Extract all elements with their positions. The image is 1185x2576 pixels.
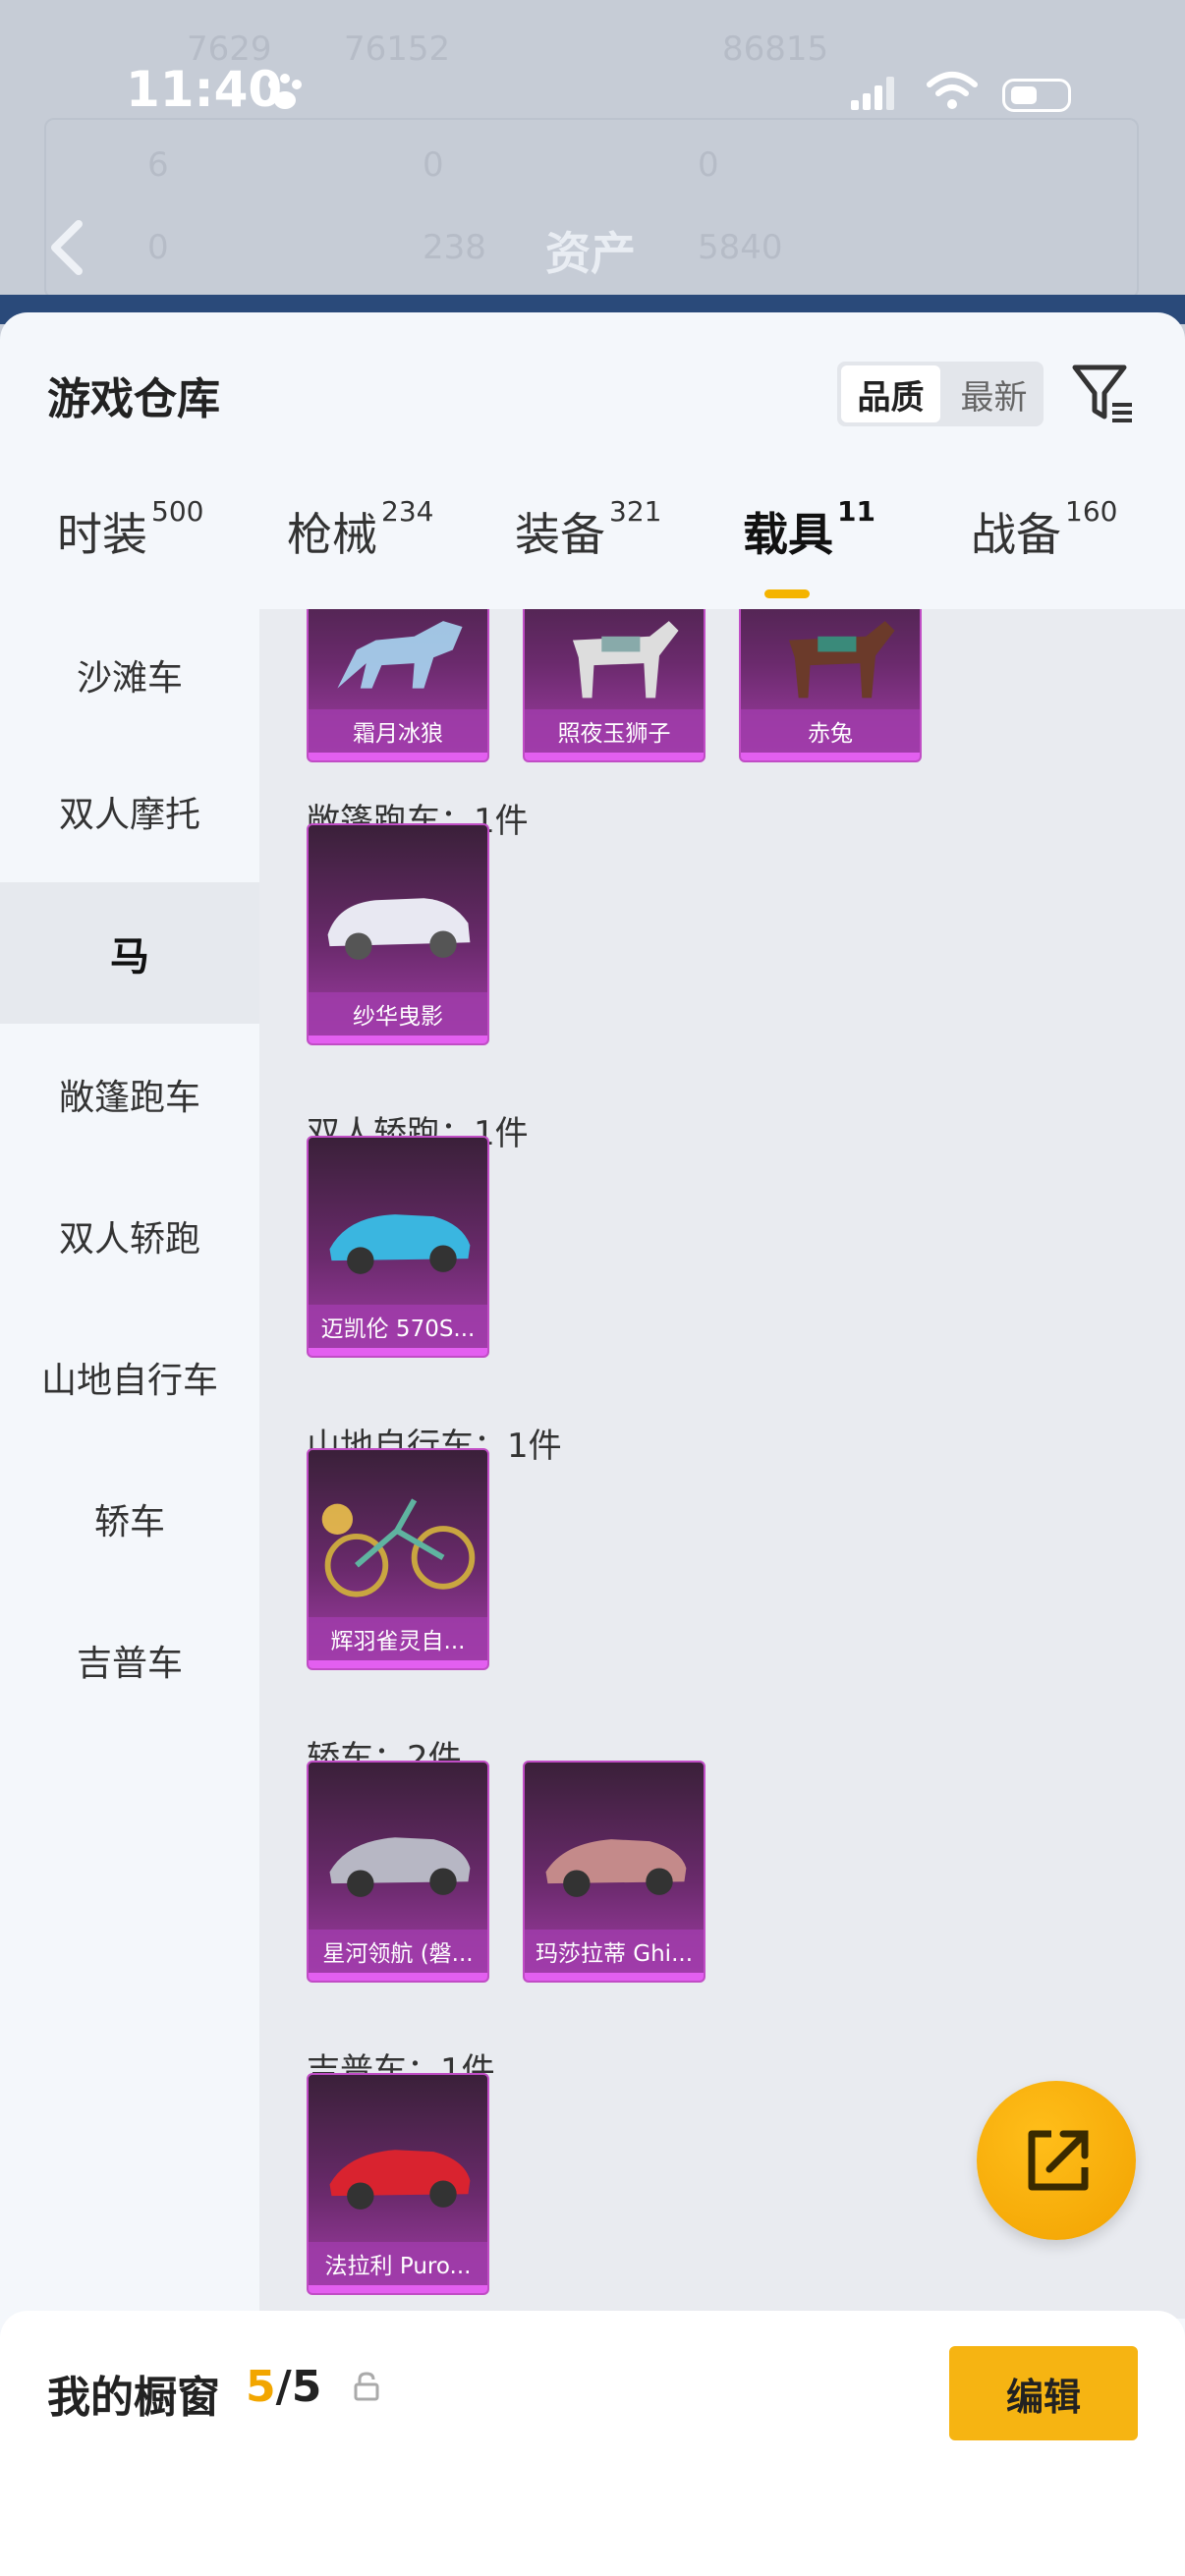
showcase-count-separator: /	[275, 2362, 292, 2412]
sidebar-item-beach-buggy[interactable]: 沙滩车	[0, 609, 259, 741]
sort-newest-button[interactable]: 最新	[944, 362, 1044, 426]
my-window-label: 我的橱窗	[47, 2373, 220, 2423]
background-stat: 0	[147, 228, 169, 267]
vehicle-card[interactable]: 霜月冰狼	[307, 609, 489, 762]
rarity-bar	[525, 1973, 704, 1981]
vehicle-name: 纱华曳影	[309, 992, 487, 1036]
wolf-icon	[337, 621, 463, 689]
background-stat: 0	[698, 145, 719, 185]
vehicle-name: 玛莎拉蒂 Ghi...	[525, 1930, 704, 1973]
edit-button[interactable]: 编辑	[949, 2346, 1138, 2440]
paw-icon	[268, 74, 302, 109]
showcase-count: 5/5	[246, 2362, 321, 2412]
sidebar-item-horse[interactable]: 马	[0, 882, 259, 1024]
background-stat: 0	[423, 145, 444, 185]
filter-icon[interactable]	[1069, 360, 1138, 428]
tab-firearms[interactable]: 枪械 234	[287, 495, 433, 564]
wifi-icon	[927, 72, 978, 109]
tab-vehicles[interactable]: 载具 11	[743, 495, 875, 564]
background-title: 资产	[545, 227, 636, 280]
vehicle-card[interactable]: 辉羽雀灵自...	[307, 1448, 489, 1670]
sort-quality-button[interactable]: 品质	[841, 365, 940, 422]
rarity-bar	[525, 753, 704, 760]
background-stat: 86815	[722, 29, 829, 69]
golden-bike-icon	[321, 1498, 476, 1597]
silver-car-icon	[329, 1837, 471, 1897]
rarity-bar	[309, 753, 487, 760]
vehicle-list: 霜月冰狼 照夜玉狮子 赤兔 敞篷跑车：1件 纱华曳影 双人轿跑：1件 迈凯伦 5…	[259, 609, 1185, 2319]
tab-label: 装备	[515, 508, 605, 561]
white-lion-horse-icon	[572, 621, 679, 699]
showcase-count-total: 5	[291, 2362, 322, 2412]
background-stat: 238	[423, 228, 486, 267]
vehicle-name: 霜月冰狼	[309, 709, 487, 753]
red-hare-horse-icon	[788, 621, 895, 699]
rarity-bar	[309, 1348, 487, 1356]
vehicle-name: 赤兔	[741, 709, 920, 753]
background-stat: 5840	[698, 228, 783, 267]
tab-label: 载具	[743, 508, 833, 561]
share-button[interactable]	[977, 2081, 1136, 2240]
sidebar-item-sedan[interactable]: 轿车	[0, 1448, 259, 1590]
tab-label: 枪械	[287, 508, 377, 561]
share-icon	[1028, 2130, 1089, 2191]
vehicle-name: 星河领航 (磐...	[309, 1930, 487, 1973]
white-car-icon	[327, 898, 471, 960]
vehicle-name: 法拉利 Puro...	[309, 2242, 487, 2285]
status-time: 11:40	[126, 61, 283, 118]
vehicle-name: 照夜玉狮子	[525, 709, 704, 753]
sidebar-item-convertible[interactable]: 敞篷跑车	[0, 1024, 259, 1165]
vehicle-card[interactable]: 玛莎拉蒂 Ghi...	[523, 1761, 705, 1983]
back-arrow-icon[interactable]	[47, 218, 86, 277]
rose-car-icon	[545, 1839, 687, 1897]
battery-icon	[1002, 79, 1071, 112]
rarity-bar	[309, 2285, 487, 2293]
vehicle-card[interactable]: 赤兔	[739, 609, 922, 762]
vehicle-card[interactable]: 迈凯伦 570S...	[307, 1136, 489, 1358]
background-stat: 6	[147, 145, 169, 185]
sidebar-item-coupe[interactable]: 双人轿跑	[0, 1165, 259, 1307]
lock-icon	[354, 2372, 379, 2401]
rarity-bar	[309, 1036, 487, 1043]
tab-fashion[interactable]: 时装 500	[57, 495, 203, 564]
vehicle-card[interactable]: 照夜玉狮子	[523, 609, 705, 762]
tab-battle-gear[interactable]: 战备 160	[971, 495, 1117, 564]
tab-count: 500	[151, 495, 204, 528]
tab-count: 11	[837, 495, 875, 528]
showcase-count-current: 5	[246, 2362, 276, 2412]
vehicle-type-sidebar: 沙滩车 双人摩托 马 敞篷跑车 双人轿跑 山地自行车 轿车 吉普车	[0, 609, 259, 2319]
vehicle-card[interactable]: 星河领航 (磐...	[307, 1761, 489, 1983]
tab-count: 160	[1065, 495, 1118, 528]
sidebar-item-two-seat-moto[interactable]: 双人摩托	[0, 741, 259, 882]
sort-toggle: 品质 最新	[837, 362, 1044, 426]
category-tabs: 时装 500 枪械 234 装备 321 载具 11 战备 160	[0, 495, 1185, 609]
active-tab-indicator	[764, 589, 810, 598]
vehicle-name: 辉羽雀灵自...	[309, 1617, 487, 1660]
blue-car-icon	[329, 1214, 471, 1274]
background-stat: 76152	[344, 29, 451, 69]
background-screen: 7629 76152 86815 6 0 0 0 238 5840 11:40 …	[0, 0, 1185, 324]
vehicle-card[interactable]: 纱华曳影	[307, 823, 489, 1045]
tab-equipment[interactable]: 装备 321	[515, 495, 661, 564]
rarity-bar	[309, 1660, 487, 1668]
sidebar-item-jeep[interactable]: 吉普车	[0, 1590, 259, 1731]
sheet-title: 游戏仓库	[47, 374, 220, 424]
signal-icon	[851, 77, 894, 110]
showcase-footer: 我的橱窗 5/5 编辑	[0, 2311, 1185, 2576]
tab-label: 时装	[57, 508, 147, 561]
game-warehouse-sheet: 游戏仓库 品质 最新 时装 500 枪械 234 装备 321 载具 11 战备 160 …	[0, 312, 1185, 2576]
rarity-bar	[309, 1973, 487, 1981]
sidebar-item-mountain-bike[interactable]: 山地自行车	[0, 1307, 259, 1448]
vehicle-card[interactable]: 法拉利 Puro...	[307, 2073, 489, 2295]
tab-count: 234	[381, 495, 434, 528]
vehicle-name: 迈凯伦 570S...	[309, 1305, 487, 1348]
red-car-icon	[329, 2150, 471, 2210]
rarity-bar	[741, 753, 920, 760]
tab-label: 战备	[971, 508, 1061, 561]
tab-count: 321	[609, 495, 662, 528]
